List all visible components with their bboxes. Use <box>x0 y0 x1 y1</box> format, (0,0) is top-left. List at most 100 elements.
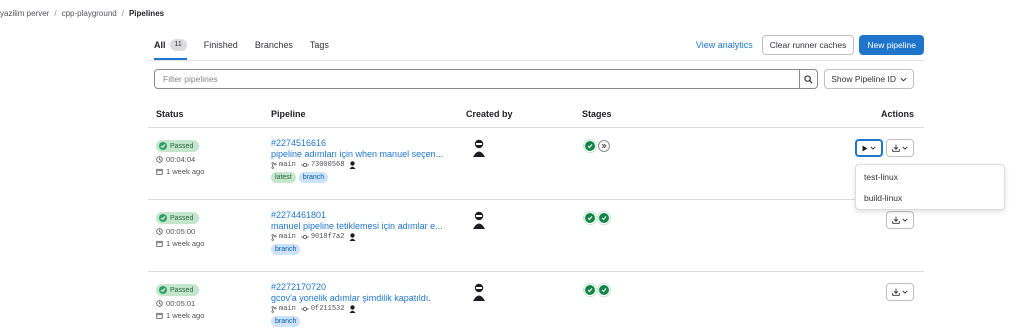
duration: 00:05:01 <box>156 299 204 308</box>
search-button[interactable] <box>800 69 819 89</box>
branch-ref[interactable]: main <box>271 305 296 313</box>
dropdown-item-build-linux[interactable]: build-linux <box>856 187 1004 208</box>
user-avatar-icon <box>473 139 485 157</box>
stage-passed-icon[interactable] <box>584 212 596 224</box>
show-pipeline-id-select[interactable]: Show Pipeline ID <box>824 69 914 89</box>
top-actions: View analytics Clear runner caches New p… <box>696 35 924 55</box>
commit-sha[interactable]: 9018f7a2 <box>300 233 344 241</box>
avatar-small-icon[interactable] <box>349 305 356 313</box>
manual-jobs-dropdown: test-linux build-linux <box>855 164 1005 210</box>
new-pipeline-button[interactable]: New pipeline <box>859 35 924 55</box>
show-pipeline-id-label: Show Pipeline ID <box>831 74 896 84</box>
status-badge[interactable]: Passed <box>156 284 200 296</box>
pipeline-id-link[interactable]: #2272170720 <box>271 282 461 292</box>
branch-tag[interactable]: branch <box>271 316 301 327</box>
latest-tag[interactable]: latest <box>271 172 296 183</box>
sha-text: 0f211532 <box>310 305 345 313</box>
calendar-icon <box>156 240 163 247</box>
ref-line: main 73000568 <box>271 161 461 169</box>
actions <box>883 211 914 229</box>
status-text: Passed <box>170 214 194 222</box>
play-icon <box>862 145 868 151</box>
breadcrumb-group[interactable]: yazilim perver <box>0 9 49 18</box>
finished-text: 1 week ago <box>166 167 205 176</box>
header-created-by: Created by <box>466 108 513 119</box>
clear-runner-caches-button[interactable]: Clear runner caches <box>761 35 855 55</box>
commit-sha[interactable]: 0f211532 <box>300 305 345 313</box>
stage-passed-icon[interactable] <box>584 284 596 296</box>
commit-message-link[interactable]: gcov'a yonelik adımlar şimdilik kapatıld… <box>271 293 461 303</box>
pipeline-cell: #2274461801 manuel pipeline tetiklemesi … <box>271 210 461 255</box>
download-artifacts-button[interactable] <box>886 211 914 229</box>
branch-ref[interactable]: main <box>271 161 296 169</box>
user-avatar-icon <box>473 211 485 229</box>
status-cell: Passed 00:05:01 1 week ago <box>156 284 204 320</box>
filter-pipelines-input[interactable]: Filter pipelines <box>154 69 801 89</box>
stage-passed-icon[interactable] <box>598 212 610 224</box>
tab-all[interactable]: All 11 <box>154 36 187 60</box>
download-artifacts-button[interactable] <box>886 139 914 157</box>
search-icon <box>804 74 813 84</box>
calendar-icon <box>156 168 163 175</box>
finished-text: 1 week ago <box>166 239 205 248</box>
stage-passed-icon[interactable] <box>584 140 596 152</box>
tab-branches-label: Branches <box>254 40 293 50</box>
branch-icon <box>271 233 277 241</box>
breadcrumb-separator: / <box>121 8 124 18</box>
avatar[interactable] <box>472 283 486 303</box>
calendar-icon <box>156 312 163 319</box>
finished-time: 1 week ago <box>156 239 204 248</box>
chevron-down-icon <box>900 77 907 82</box>
pipeline-id-link[interactable]: #2274516616 <box>271 138 461 148</box>
pipeline-cell: #2272170720 gcov'a yonelik adımlar şimdi… <box>271 282 461 327</box>
branch-icon <box>271 305 277 313</box>
avatar[interactable] <box>472 139 486 159</box>
tab-branches[interactable]: Branches <box>255 36 293 54</box>
clock-icon <box>156 228 163 235</box>
filter-row: Filter pipelines Show Pipeline ID <box>154 69 914 89</box>
commit-sha[interactable]: 73000568 <box>300 161 344 169</box>
tag-list: branch <box>271 316 461 327</box>
tabs-divider <box>148 60 924 61</box>
dropdown-item-test-linux[interactable]: test-linux <box>856 166 1004 187</box>
tab-finished-label: Finished <box>203 40 238 50</box>
tab-tags-label: Tags <box>309 40 329 50</box>
status-badge[interactable]: Passed <box>156 212 200 224</box>
finished-text: 1 week ago <box>166 311 205 320</box>
header-stages: Stages <box>582 108 612 119</box>
tab-tags[interactable]: Tags <box>310 36 329 54</box>
clock-icon <box>156 300 163 307</box>
ref-line: main 9018f7a2 <box>271 233 461 241</box>
tab-finished[interactable]: Finished <box>204 36 238 54</box>
commit-message-link[interactable]: pipeline adımları için when manuel seçen… <box>271 149 461 159</box>
table-row: Passed 00:05:01 1 week ago #2272170720 g… <box>148 273 924 333</box>
duration-text: 00:04:04 <box>166 155 196 164</box>
breadcrumb: yazilim perver / cpp-playground / Pipeli… <box>0 7 164 19</box>
status-cell: Passed 00:05:00 1 week ago <box>156 212 204 248</box>
ref-line: main 0f211532 <box>271 305 461 313</box>
branch-tag[interactable]: branch <box>271 244 301 255</box>
pipeline-id-link[interactable]: #2274461801 <box>271 210 461 220</box>
stages <box>584 140 610 152</box>
chevron-down-icon <box>902 146 908 150</box>
breadcrumb-separator: / <box>54 8 57 18</box>
avatar-small-icon[interactable] <box>349 233 356 241</box>
branch-name: main <box>279 305 296 313</box>
duration-text: 00:05:01 <box>166 299 196 308</box>
download-artifacts-button[interactable] <box>886 283 914 301</box>
branch-ref[interactable]: main <box>271 233 296 241</box>
avatar[interactable] <box>472 211 486 231</box>
commit-icon <box>300 306 309 312</box>
chevron-down-icon <box>902 218 908 222</box>
breadcrumb-current[interactable]: Pipelines <box>129 9 164 18</box>
commit-message-link[interactable]: manuel pipeline tetiklemesi için adımlar… <box>271 221 461 231</box>
breadcrumb-project[interactable]: cpp-playground <box>62 9 117 18</box>
status-text: Passed <box>170 286 194 294</box>
stage-skipped-icon[interactable] <box>598 140 610 152</box>
branch-tag[interactable]: branch <box>298 172 329 183</box>
stage-passed-icon[interactable] <box>598 284 610 296</box>
manual-jobs-button[interactable] <box>855 139 883 157</box>
avatar-small-icon[interactable] <box>349 161 356 169</box>
view-analytics-link[interactable]: View analytics <box>696 40 753 50</box>
status-badge[interactable]: Passed <box>156 140 200 152</box>
